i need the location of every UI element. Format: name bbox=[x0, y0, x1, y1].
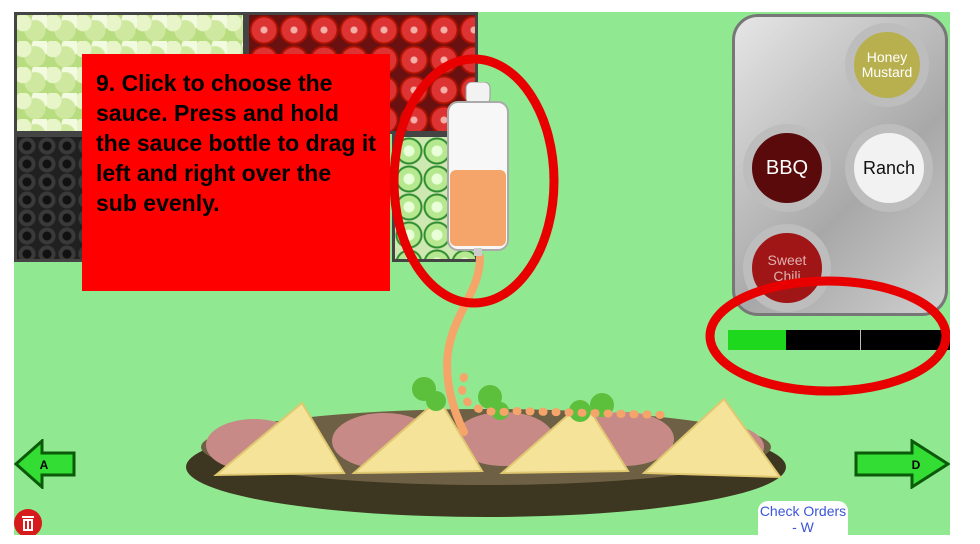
trash-button[interactable] bbox=[14, 507, 44, 535]
right-key-label: D bbox=[912, 458, 921, 472]
bottle-highlight bbox=[389, 54, 559, 308]
move-left-button[interactable]: A bbox=[14, 437, 76, 491]
check-orders-button[interactable]: Check Orders - W bbox=[758, 501, 848, 535]
sauce-label: Honey Mustard bbox=[861, 49, 913, 80]
progress-highlight bbox=[705, 276, 950, 396]
sauce-honey-mustard[interactable]: Honey Mustard bbox=[845, 23, 929, 107]
game-stage: 9. Click to choose the sauce. Press and … bbox=[14, 12, 950, 535]
sauce-ranch[interactable]: Ranch bbox=[845, 124, 933, 212]
trash-icon bbox=[14, 509, 42, 535]
check-orders-label: Check Orders - W bbox=[759, 503, 847, 535]
right-arrow-icon: D bbox=[854, 438, 950, 490]
sauce-panel: Honey Mustard BBQ Ranch Sweet Chili bbox=[732, 14, 948, 316]
sauce-label: Ranch bbox=[862, 157, 916, 178]
instruction-text: 9. Click to choose the sauce. Press and … bbox=[96, 70, 376, 216]
left-key-label: A bbox=[40, 458, 49, 472]
move-right-button[interactable]: D bbox=[854, 438, 950, 490]
sauce-bbq[interactable]: BBQ bbox=[743, 124, 831, 212]
instruction-box: 9. Click to choose the sauce. Press and … bbox=[82, 54, 390, 291]
sauce-label: BBQ bbox=[765, 156, 809, 179]
left-arrow-icon: A bbox=[14, 437, 76, 491]
